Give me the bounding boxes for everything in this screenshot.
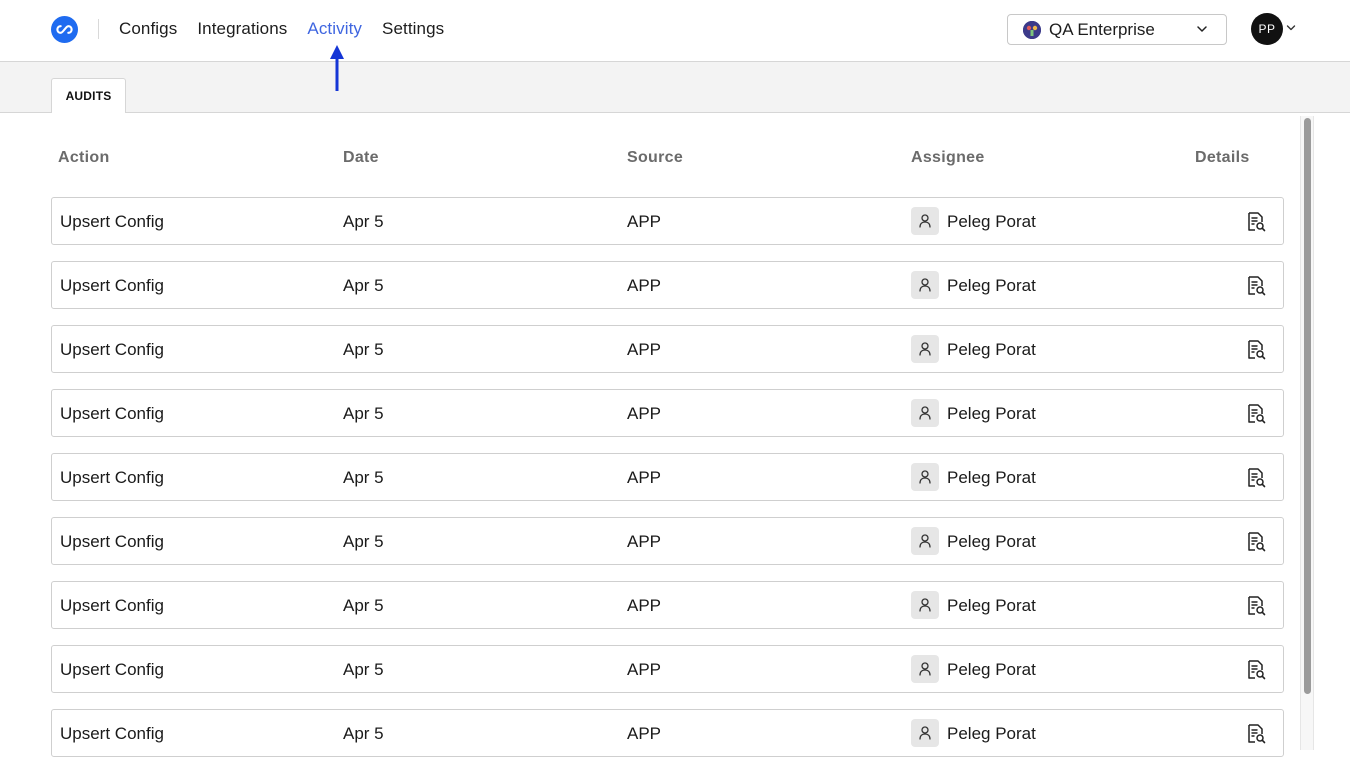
assignee-cell: Peleg Porat (947, 468, 1036, 487)
document-search-icon[interactable] (1245, 403, 1267, 425)
user-avatar[interactable]: PP (1251, 13, 1283, 45)
date-cell: Apr 5 (343, 724, 384, 743)
action-cell: Upsert Config (60, 340, 164, 359)
source-cell: APP (627, 212, 662, 231)
arrow-up-icon (330, 45, 344, 91)
date-cell: Apr 5 (343, 468, 384, 487)
assignee-cell: Peleg Porat (947, 660, 1036, 679)
user-icon (911, 655, 939, 683)
tab-bar: AUDITS (0, 62, 1350, 114)
nav-integrations[interactable]: Integrations (197, 18, 287, 40)
source-cell: APP (627, 660, 662, 679)
document-search-icon[interactable] (1245, 659, 1267, 681)
column-header-assignee: Assignee (911, 149, 985, 166)
date-cell: Apr 5 (343, 212, 384, 231)
date-cell: Apr 5 (343, 276, 384, 295)
table-row[interactable]: Upsert Config Apr 5 APP Peleg Porat (51, 517, 1284, 565)
source-cell: APP (627, 596, 662, 615)
table-row[interactable]: Upsert Config Apr 5 APP Peleg Porat (51, 197, 1284, 245)
table-row[interactable]: Upsert Config Apr 5 APP Peleg Porat (51, 325, 1284, 373)
source-cell: APP (627, 276, 662, 295)
app-logo-icon[interactable] (51, 16, 78, 43)
action-cell: Upsert Config (60, 276, 164, 295)
document-search-icon[interactable] (1245, 595, 1267, 617)
source-cell: APP (627, 532, 662, 551)
assignee-cell: Peleg Porat (947, 724, 1036, 743)
table-row[interactable]: Upsert Config Apr 5 APP Peleg Porat (51, 453, 1284, 501)
document-search-icon[interactable] (1245, 339, 1267, 361)
nav-settings[interactable]: Settings (382, 18, 444, 40)
table-row[interactable]: Upsert Config Apr 5 APP Peleg Porat (51, 645, 1284, 693)
action-cell: Upsert Config (60, 404, 164, 423)
date-cell: Apr 5 (343, 660, 384, 679)
assignee-cell: Peleg Porat (947, 596, 1036, 615)
assignee-cell: Peleg Porat (947, 212, 1036, 231)
vertical-scrollbar[interactable] (1300, 116, 1314, 750)
column-header-source: Source (627, 149, 684, 166)
main-nav: Configs Integrations Activity Settings (119, 18, 464, 40)
scrollbar-thumb[interactable] (1304, 118, 1311, 694)
user-icon (911, 463, 939, 491)
action-cell: Upsert Config (60, 468, 164, 487)
action-cell: Upsert Config (60, 660, 164, 679)
document-search-icon[interactable] (1245, 275, 1267, 297)
nav-configs[interactable]: Configs (119, 18, 177, 40)
top-navigation-bar: Configs Integrations Activity Settings Q… (0, 0, 1350, 62)
action-cell: Upsert Config (60, 532, 164, 551)
document-search-icon[interactable] (1245, 531, 1267, 553)
column-header-action: Action (58, 149, 110, 166)
date-cell: Apr 5 (343, 404, 384, 423)
table-row[interactable]: Upsert Config Apr 5 APP Peleg Porat (51, 261, 1284, 309)
table-row[interactable]: Upsert Config Apr 5 APP Peleg Porat (51, 581, 1284, 629)
table-header: Action Date Source Assignee Details (58, 149, 1258, 169)
action-cell: Upsert Config (60, 596, 164, 615)
user-icon (911, 335, 939, 363)
user-icon (911, 719, 939, 747)
date-cell: Apr 5 (343, 532, 384, 551)
table-row[interactable]: Upsert Config Apr 5 APP Peleg Porat (51, 389, 1284, 437)
user-icon (911, 591, 939, 619)
document-search-icon[interactable] (1245, 467, 1267, 489)
source-cell: APP (627, 340, 662, 359)
assignee-cell: Peleg Porat (947, 532, 1036, 551)
assignee-cell: Peleg Porat (947, 404, 1036, 423)
nav-activity[interactable]: Activity (307, 18, 362, 40)
source-cell: APP (627, 468, 662, 487)
user-icon (911, 399, 939, 427)
organization-select[interactable]: QA Enterprise (1007, 14, 1227, 45)
document-search-icon[interactable] (1245, 211, 1267, 233)
assignee-cell: Peleg Porat (947, 276, 1036, 295)
chevron-down-icon[interactable] (1286, 23, 1296, 33)
assignee-cell: Peleg Porat (947, 340, 1036, 359)
tab-audits[interactable]: AUDITS (51, 78, 126, 114)
user-icon (911, 527, 939, 555)
logo-divider (98, 19, 99, 39)
user-icon (911, 271, 939, 299)
organization-label: QA Enterprise (1049, 19, 1155, 39)
date-cell: Apr 5 (343, 340, 384, 359)
action-cell: Upsert Config (60, 724, 164, 743)
column-header-details: Details (1195, 149, 1250, 166)
chevron-down-icon (1197, 26, 1207, 32)
user-icon (911, 207, 939, 235)
action-cell: Upsert Config (60, 212, 164, 231)
source-cell: APP (627, 724, 662, 743)
organization-icon (1023, 20, 1041, 39)
source-cell: APP (627, 404, 662, 423)
date-cell: Apr 5 (343, 596, 384, 615)
audits-panel: Action Date Source Assignee Details Upse… (0, 113, 1350, 757)
document-search-icon[interactable] (1245, 723, 1267, 745)
column-header-date: Date (343, 149, 379, 166)
